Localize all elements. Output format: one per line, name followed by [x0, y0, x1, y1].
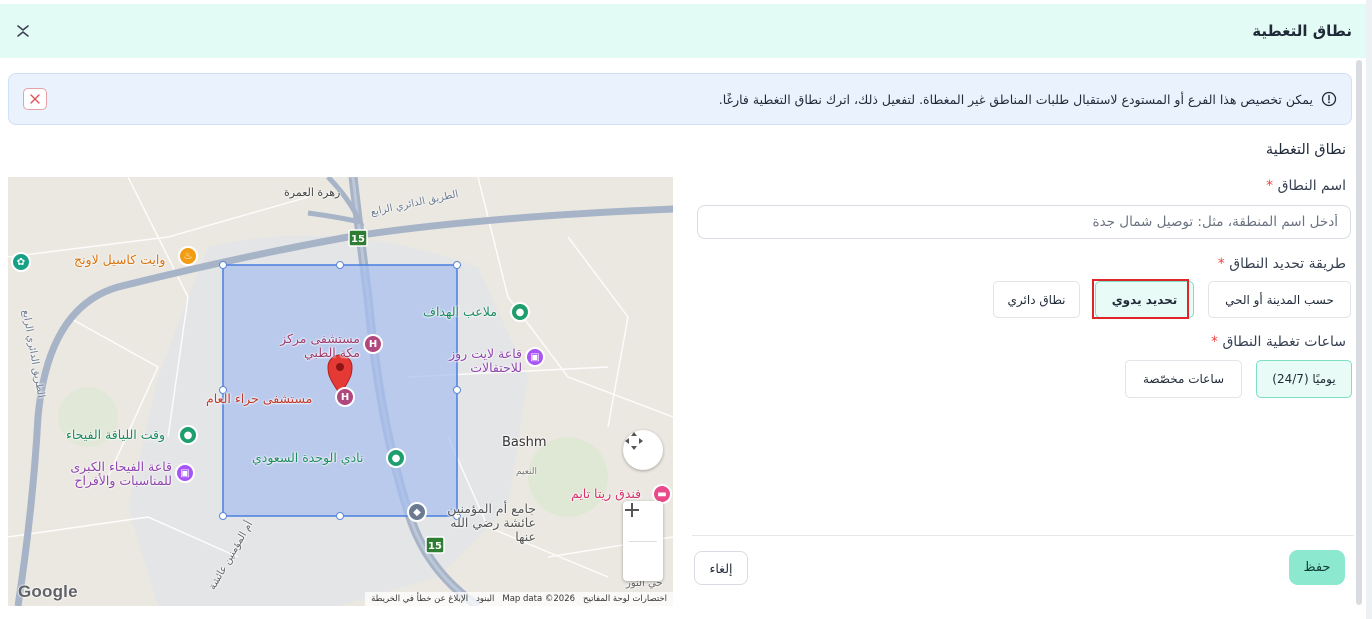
- map-zoom-controls: [623, 501, 663, 581]
- map-data-text: Map data ©2026: [502, 594, 576, 604]
- label-naeem: النعيم: [516, 467, 538, 477]
- label-bashm: Bashm: [502, 435, 547, 450]
- poi-hall-icon-2[interactable]: ▣: [175, 463, 195, 483]
- info-alert: يمكن تخصيص هذا الفرع أو المستودع لاستقبا…: [8, 73, 1352, 125]
- coverage-map[interactable]: 15 15 ✿ ♨ ● H H ▣ ● ▣ ● ◆ ▬ زهرة العمرة …: [8, 177, 673, 606]
- method-circle-option[interactable]: نطاق دائري: [993, 281, 1080, 318]
- move-arrows-icon: [625, 432, 643, 450]
- map-pan-button[interactable]: [623, 430, 663, 470]
- label-rita-hotel: فندق ريتا تايم: [571, 486, 642, 501]
- route-shield-15-top: 15: [348, 229, 368, 247]
- minus-icon: [625, 509, 639, 511]
- chevrons-collapse-icon: [17, 25, 29, 37]
- hours-daily-option[interactable]: يوميًا (24/7): [1256, 360, 1352, 398]
- label-mosque: جامع أم المؤمنين عائشة رضي الله عنها: [447, 501, 536, 544]
- alert-text: يمكن تخصيص هذا الفرع أو المستودع لاستقبا…: [718, 91, 1313, 107]
- hours-custom-option[interactable]: ساعات مخصّصة: [1125, 360, 1242, 398]
- keyboard-shortcuts-link[interactable]: اختصارات لوحة المفاتيح: [583, 594, 667, 604]
- method-manual-option[interactable]: تحديد يدوي: [1095, 281, 1194, 318]
- alert-dismiss-button[interactable]: [23, 88, 47, 110]
- poi-restaurant-icon[interactable]: ♨: [178, 246, 198, 266]
- close-icon: [30, 94, 40, 104]
- poi-gym-icon[interactable]: ●: [178, 425, 198, 445]
- section-title: نطاق التغطية: [1265, 142, 1346, 158]
- label-malaeb: ملاعب الهداف: [423, 304, 497, 319]
- label-wehda: نادي الوحدة السعودي: [252, 450, 364, 465]
- save-button[interactable]: حفظ: [1289, 550, 1345, 585]
- collapse-button[interactable]: [14, 22, 32, 40]
- label-fitness: وقت اللياقة الفيحاء: [66, 427, 166, 442]
- label-zahrat: زهرة العمرة: [284, 186, 341, 199]
- zone-name-label: اسم النطاق *: [1266, 178, 1346, 194]
- poi-stadium-icon[interactable]: ●: [510, 302, 530, 322]
- hours-label: ساعات تغطية النطاق *: [1210, 334, 1346, 350]
- label-white-castle: وايت كاسيل لاونج: [74, 252, 166, 267]
- cancel-button[interactable]: إلغاء: [694, 551, 748, 585]
- method-label: طريقة تحديد النطاق *: [1217, 256, 1346, 272]
- footer-divider: [692, 535, 1354, 536]
- alert-content: يمكن تخصيص هذا الفرع أو المستودع لاستقبا…: [719, 91, 1337, 107]
- poi-hospital-icon-2[interactable]: H: [335, 387, 355, 407]
- label-hiraa-hospital: مستشفى حراء العام: [206, 391, 313, 406]
- zone-name-input[interactable]: [697, 205, 1351, 239]
- terms-link[interactable]: البنود: [476, 594, 494, 604]
- map-attribution: اختصارات لوحة المفاتيح Map data ©2026 ال…: [365, 592, 673, 606]
- poi-mosque-icon[interactable]: ◆: [407, 502, 427, 522]
- poi-park-icon[interactable]: ✿: [11, 252, 31, 272]
- label-fayha-hall: قاعة الفيحاء الكبرى للمناسبات والأفراح: [70, 459, 172, 488]
- google-logo: Google: [18, 582, 78, 601]
- report-error-link[interactable]: الإبلاغ عن خطأ في الخريطة: [371, 594, 468, 604]
- poi-hall-icon[interactable]: ▣: [525, 347, 545, 367]
- poi-hospital-icon[interactable]: H: [363, 334, 383, 354]
- zoom-out-button[interactable]: [623, 509, 663, 581]
- coverage-panel: نطاق التغطية يمكن تخصيص هذا الفرع أو الم…: [0, 0, 1366, 619]
- panel-header: نطاق التغطية: [0, 4, 1366, 58]
- method-city-option[interactable]: حسب المدينة أو الحي: [1208, 281, 1351, 318]
- info-icon: [1321, 91, 1337, 107]
- label-light-rose: قاعة لايت روز للاحتفالات: [449, 346, 522, 375]
- panel-title: نطاق التغطية: [1252, 22, 1352, 40]
- poi-club-icon[interactable]: ●: [386, 448, 406, 468]
- svg-text:15: 15: [351, 234, 365, 245]
- label-makkah-hospital: مستشفى مركز مكة الطبي: [280, 331, 360, 360]
- scrollbar[interactable]: [1356, 60, 1362, 605]
